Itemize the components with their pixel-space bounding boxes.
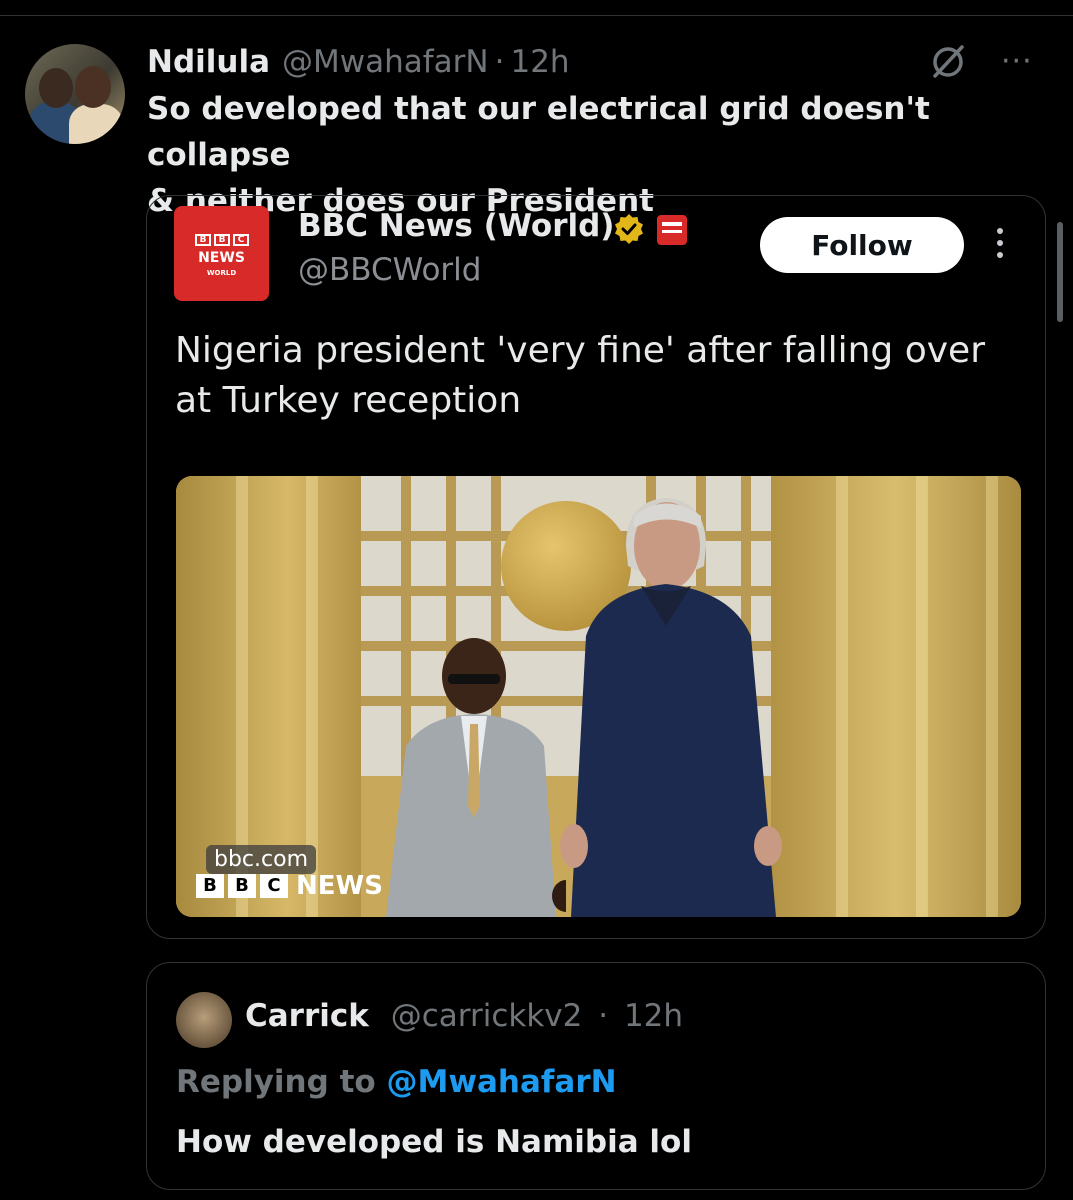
person-grey-coat	[386, 638, 566, 917]
follow-button[interactable]: Follow	[760, 217, 964, 273]
top-divider	[0, 15, 1073, 16]
bbc-logo-block: C	[233, 234, 249, 246]
bbc-logo-world: WORLD	[206, 269, 237, 277]
bbc-logo-news: NEWS	[198, 250, 245, 266]
replying-mention-link[interactable]: @MwahafarN	[387, 1064, 617, 1100]
verified-badge-icon	[615, 214, 643, 244]
watermark-block: B	[196, 874, 224, 898]
tweet-text-line-1: So developed that our electrical grid do…	[147, 91, 930, 173]
watermark-news: NEWS	[296, 871, 383, 901]
reply-text: How developed is Namibia lol	[176, 1124, 692, 1160]
vertical-more-icon[interactable]	[992, 228, 1008, 262]
header-separator: ·	[494, 44, 505, 80]
image-watermark-domain: bbc.com	[206, 845, 317, 874]
image-watermark-logo: B B C NEWS	[196, 871, 383, 901]
reply-avatar[interactable]	[176, 992, 232, 1048]
reply-timestamp[interactable]: 12h	[624, 998, 683, 1034]
reply-author-name[interactable]: Carrick	[245, 998, 369, 1034]
bbc-avatar[interactable]: B B C NEWS WORLD	[174, 206, 269, 301]
scrollbar[interactable]	[1057, 222, 1063, 322]
person-navy-coat	[560, 498, 782, 917]
news-photo[interactable]: bbc.com B B C NEWS	[176, 476, 1021, 917]
replying-prefix: Replying to	[176, 1064, 376, 1100]
tweet-header: Ndilula @MwahafarN · 12h	[147, 40, 570, 84]
quoted-author-name[interactable]: BBC News (World)	[298, 208, 614, 244]
author-name[interactable]: Ndilula	[147, 44, 270, 80]
watermark-block: B	[228, 874, 256, 898]
bbc-logo-blocks: B B C	[195, 234, 249, 246]
reply-header: Carrick @carrickkv2 · 12h	[245, 998, 683, 1034]
tweet-timestamp[interactable]: 12h	[510, 44, 569, 80]
watermark-block: C	[260, 874, 288, 898]
affiliation-badge-icon[interactable]	[657, 215, 687, 245]
author-avatar[interactable]	[25, 44, 125, 144]
quoted-author-handle[interactable]: @BBCWorld	[298, 252, 481, 288]
more-options-icon[interactable]: ···	[1001, 44, 1033, 79]
replying-to-line: Replying to @MwahafarN	[176, 1064, 617, 1100]
reply-author-handle[interactable]: @carrickkv2	[391, 998, 583, 1034]
bbc-logo-block: B	[195, 234, 211, 246]
quoted-headline: Nigeria president 'very fine' after fall…	[175, 330, 985, 421]
author-handle[interactable]: @MwahafarN	[282, 44, 489, 80]
grok-icon[interactable]	[928, 42, 968, 82]
reply-separator: ·	[598, 998, 609, 1034]
bbc-logo-block: B	[214, 234, 230, 246]
